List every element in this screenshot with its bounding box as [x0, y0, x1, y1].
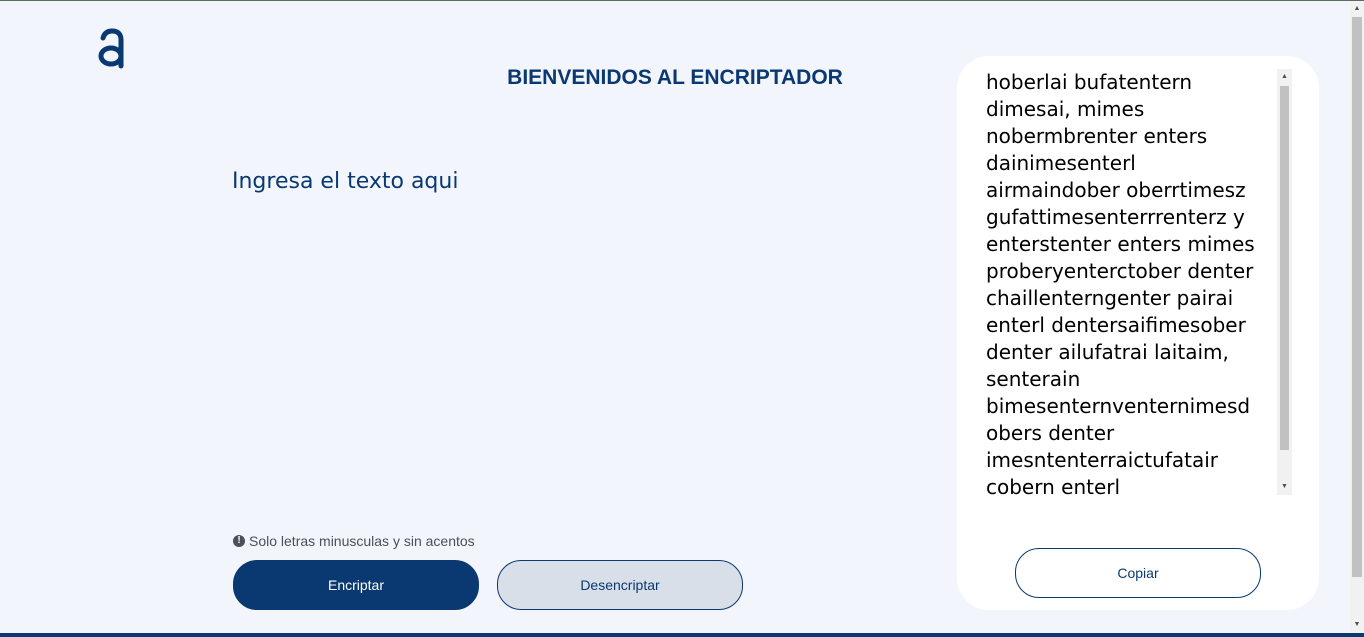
output-line: nobermbrenter enters — [986, 124, 1208, 148]
output-line: cobern enterl — [986, 475, 1121, 495]
page-title: BIENVENIDOS AL ENCRIPTADOR — [507, 66, 843, 89]
output-line: hoberlai bufatentern — [986, 70, 1193, 94]
scrollbar-thumb[interactable] — [1280, 86, 1289, 450]
text-input[interactable] — [232, 168, 912, 508]
output-line: enterstenter enters mimes — [986, 232, 1255, 256]
page-scrollbar[interactable]: ▲ ▼ — [1350, 1, 1364, 633]
page-scrollbar-thumb[interactable] — [1352, 17, 1362, 577]
output-line: dimesai, mimes — [986, 97, 1145, 121]
page-scroll-down-arrow-icon[interactable]: ▼ — [1350, 617, 1364, 633]
output-line: obers denter — [986, 421, 1115, 445]
bottom-border — [0, 633, 1364, 637]
output-line: airmaindober oberrtimesz — [986, 178, 1246, 202]
output-line: denter ailufatrai laitaim, — [986, 340, 1229, 364]
hint: ! Solo letras minusculas y sin acentos — [233, 532, 475, 550]
output-panel: hoberlai bufatentern dimesai, mimes noberm… — [957, 56, 1319, 610]
decrypt-button[interactable]: Desencriptar — [497, 560, 743, 610]
output-scrollbar[interactable]: ▲ ▼ — [1277, 69, 1292, 495]
output-line: enterl dentersaifimesober — [986, 313, 1246, 337]
page-scroll-up-arrow-icon[interactable]: ▲ — [1350, 1, 1364, 17]
output-line: senterain — [986, 367, 1081, 391]
encrypt-button[interactable]: Encriptar — [233, 560, 479, 610]
exclamation-circle-icon: ! — [233, 535, 245, 547]
output-line: bimesenternventernimesd — [986, 394, 1251, 418]
output-line: imesntenterraictufatair — [986, 448, 1219, 472]
output-line: chaillenterngenter pairai — [986, 286, 1234, 310]
logo-a-icon[interactable] — [97, 28, 127, 70]
output-line: proberyenterctober denter — [986, 259, 1254, 283]
output-text[interactable]: hoberlai bufatentern dimesai, mimes noberm… — [986, 69, 1278, 495]
output-line: dainimesenterl — [986, 151, 1136, 175]
output-line: gufattimesenterrrenterz y — [986, 205, 1245, 229]
copy-button[interactable]: Copiar — [1015, 548, 1261, 598]
scroll-down-arrow-icon[interactable]: ▼ — [1277, 479, 1292, 495]
hint-text: Solo letras minusculas y sin acentos — [249, 533, 475, 549]
top-border — [0, 0, 1364, 1]
scroll-up-arrow-icon[interactable]: ▲ — [1277, 69, 1292, 85]
